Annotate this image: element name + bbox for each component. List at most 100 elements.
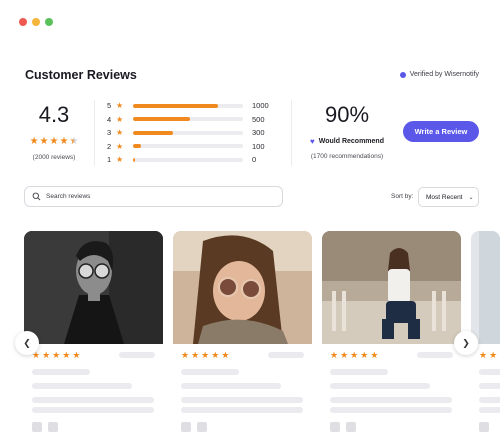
action-placeholder bbox=[181, 422, 191, 432]
search-box[interactable] bbox=[24, 186, 283, 207]
minimize-dot-icon[interactable] bbox=[32, 18, 40, 26]
review-photo[interactable] bbox=[471, 231, 500, 344]
chevron-left-icon: ❮ bbox=[23, 337, 31, 348]
heart-icon: ♥ bbox=[310, 137, 315, 146]
rating-stars-label: 1 bbox=[107, 155, 112, 165]
page-title: Customer Reviews bbox=[25, 68, 137, 82]
action-placeholder bbox=[330, 422, 340, 432]
star-icon: ★ bbox=[221, 350, 230, 360]
review-stars: ★ ★ ★ ★ ★ bbox=[181, 350, 229, 360]
star-icon: ★ bbox=[489, 350, 498, 360]
text-placeholder bbox=[32, 397, 154, 403]
text-placeholder bbox=[181, 369, 239, 375]
star-icon: ★ bbox=[116, 128, 124, 138]
recommend-percent: 90% bbox=[324, 102, 370, 127]
half-star-icon: ★ bbox=[69, 136, 79, 147]
rating-count: 1000 bbox=[252, 101, 269, 111]
text-placeholder bbox=[479, 397, 500, 403]
review-card[interactable]: ★ ★ ★ ★ ★ bbox=[173, 231, 312, 439]
rating-bar-track bbox=[133, 103, 243, 108]
text-placeholder bbox=[181, 383, 281, 389]
rating-row[interactable]: 1 ★ 0 bbox=[107, 153, 277, 167]
star-icon: ★ bbox=[370, 350, 379, 360]
review-image bbox=[322, 231, 461, 344]
rating-breakdown: 5 ★ 1000 4 ★ 500 3 ★ 300 2 ★ 100 1 ★ 0 bbox=[107, 99, 277, 167]
text-placeholder bbox=[330, 397, 452, 403]
text-placeholder bbox=[330, 369, 388, 375]
rating-stars-label: 3 bbox=[107, 128, 112, 138]
review-image bbox=[173, 231, 312, 344]
rating-stars-label: 4 bbox=[107, 114, 112, 124]
rating-count: 500 bbox=[252, 114, 265, 124]
rating-bar-track bbox=[133, 117, 243, 122]
verified-text: Verified by Wisernotify bbox=[409, 71, 479, 78]
maximize-dot-icon[interactable] bbox=[45, 18, 53, 26]
rating-bar-fill bbox=[133, 103, 218, 108]
text-placeholder bbox=[32, 383, 132, 389]
text-placeholder bbox=[32, 407, 154, 413]
review-stars: ★ ★ bbox=[479, 350, 497, 360]
rating-row[interactable]: 3 ★ 300 bbox=[107, 126, 277, 140]
window-controls bbox=[19, 18, 53, 26]
chevron-right-icon: ❯ bbox=[462, 337, 470, 348]
search-input[interactable] bbox=[46, 193, 246, 200]
star-icon: ★ bbox=[201, 350, 210, 360]
date-placeholder bbox=[268, 352, 304, 358]
chevron-down-icon: ⌄ bbox=[468, 194, 474, 201]
star-icon: ★ bbox=[330, 350, 339, 360]
date-placeholder bbox=[417, 352, 453, 358]
review-image bbox=[471, 231, 500, 344]
star-icon: ★ bbox=[116, 155, 124, 165]
rating-count: 300 bbox=[252, 128, 265, 138]
carousel-next-button[interactable]: ❯ bbox=[454, 331, 478, 355]
action-placeholder bbox=[32, 422, 42, 432]
recommend-label: Would Recommend bbox=[318, 138, 384, 145]
star-icon: ★ bbox=[116, 101, 124, 111]
rating-bar-track bbox=[133, 157, 243, 162]
review-photo[interactable] bbox=[24, 231, 163, 344]
action-placeholder bbox=[48, 422, 58, 432]
rating-stars-label: 2 bbox=[107, 141, 112, 151]
carousel-prev-button[interactable]: ❮ bbox=[15, 331, 39, 355]
average-stars: ★ ★ ★ ★ ★ bbox=[25, 137, 83, 147]
rating-stars-label: 5 bbox=[107, 101, 112, 111]
rating-row[interactable]: 4 ★ 500 bbox=[107, 113, 277, 127]
text-placeholder bbox=[32, 369, 90, 375]
search-icon bbox=[32, 192, 41, 201]
star-icon: ★ bbox=[52, 350, 61, 360]
star-icon: ★ bbox=[49, 136, 59, 147]
star-icon: ★ bbox=[350, 350, 359, 360]
star-icon: ★ bbox=[479, 350, 488, 360]
verified-badge: Verified by Wisernotify bbox=[399, 71, 479, 78]
review-photo[interactable] bbox=[173, 231, 312, 344]
review-card[interactable]: ★ ★ ★ ★ ★ bbox=[322, 231, 461, 439]
rating-row[interactable]: 5 ★ 1000 bbox=[107, 99, 277, 113]
star-icon: ★ bbox=[211, 350, 220, 360]
rating-row[interactable]: 2 ★ 100 bbox=[107, 140, 277, 154]
average-rating: 4.3 ★ ★ ★ ★ ★ (2000 reviews) bbox=[25, 101, 83, 161]
recommendation-summary: 90% ♥ Would Recommend (1700 recommendati… bbox=[302, 101, 392, 160]
text-placeholder bbox=[181, 397, 303, 403]
star-icon: ★ bbox=[42, 350, 51, 360]
close-dot-icon[interactable] bbox=[19, 18, 27, 26]
rating-bar-fill bbox=[133, 117, 191, 122]
star-icon: ★ bbox=[72, 350, 81, 360]
text-placeholder bbox=[181, 407, 303, 413]
rating-bar-fill bbox=[133, 157, 136, 162]
text-placeholder bbox=[479, 407, 500, 413]
text-placeholder bbox=[330, 407, 452, 413]
rating-bar-fill bbox=[133, 130, 173, 135]
write-review-button[interactable]: Write a Review bbox=[403, 121, 479, 142]
star-icon: ★ bbox=[340, 350, 349, 360]
recommend-label-row: ♥ Would Recommend bbox=[302, 137, 392, 146]
rating-bar-track bbox=[133, 130, 243, 135]
star-icon: ★ bbox=[360, 350, 369, 360]
date-placeholder bbox=[119, 352, 155, 358]
rating-count: 0 bbox=[252, 155, 257, 165]
sort-dropdown[interactable]: Most Recent ⌄ bbox=[418, 187, 479, 207]
action-placeholder bbox=[197, 422, 207, 432]
star-icon: ★ bbox=[116, 141, 124, 151]
review-card[interactable]: ★ ★ ★ ★ ★ bbox=[24, 231, 163, 439]
verified-dot-icon bbox=[399, 71, 406, 78]
review-photo[interactable] bbox=[322, 231, 461, 344]
